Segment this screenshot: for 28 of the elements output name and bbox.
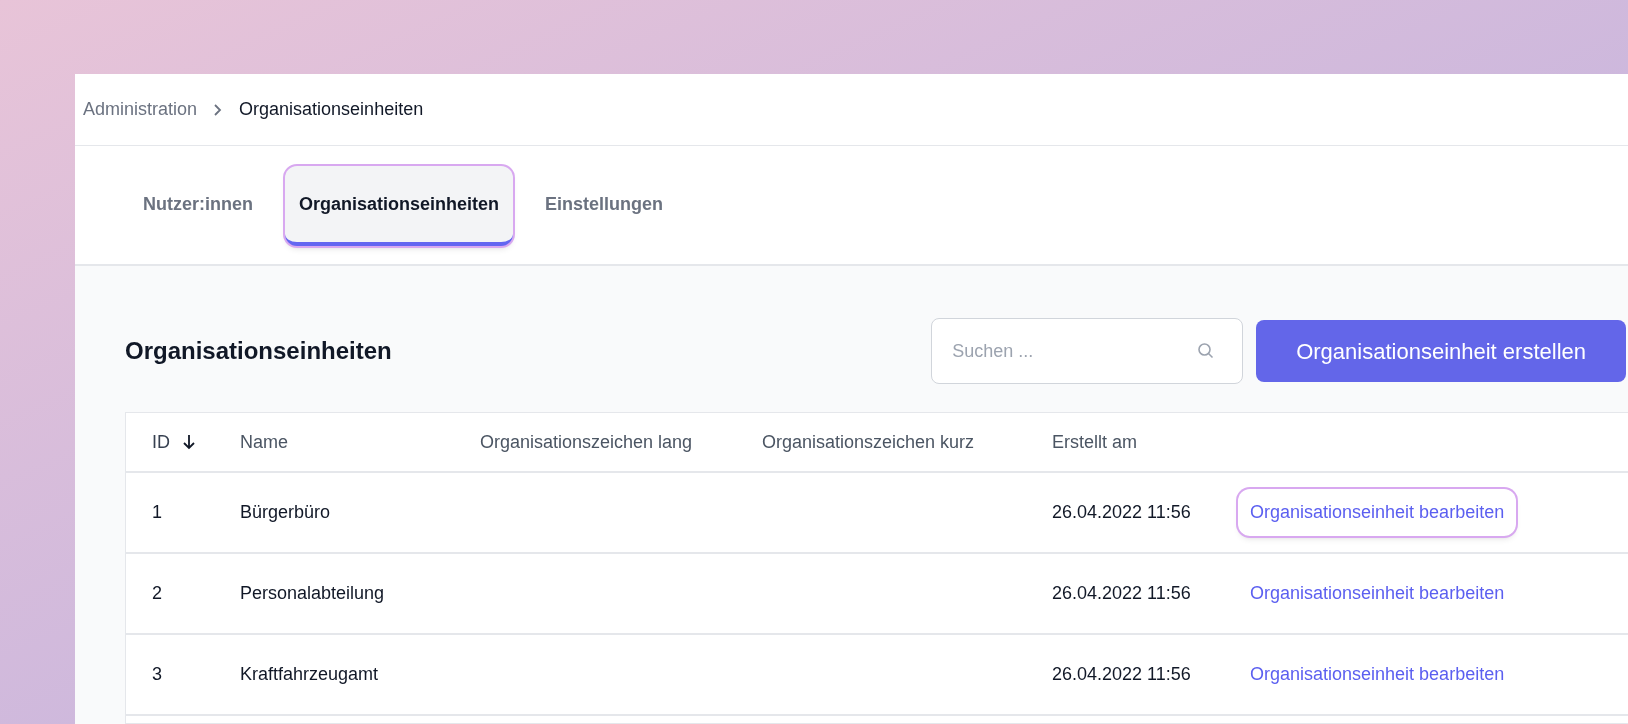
edit-link[interactable]: Organisationseinheit bearbeiten [1238, 570, 1517, 617]
tab[interactable]: Organisationseinheiten [285, 166, 514, 246]
breadcrumb-item: Organisationseinheiten [239, 98, 424, 121]
tab[interactable]: Nutzer:innen [129, 166, 267, 246]
create-button[interactable]: Organisationseinheit erstellen [1256, 320, 1626, 382]
column-header[interactable]: Organisationszeichen kurz [762, 428, 975, 456]
edit-link[interactable]: Organisationseinheit bearbeiten [1238, 489, 1517, 536]
table-cell: 3 [152, 664, 162, 684]
edit-link[interactable]: Organisationseinheit bearbeiten [1238, 651, 1517, 698]
column-header[interactable]: Erstellt am [1052, 428, 1138, 456]
table-cell: 2 [152, 583, 162, 603]
table-cell: Personalabteilung [240, 583, 385, 603]
column-header[interactable]: Organisationszeichen lang [480, 428, 693, 456]
search-field[interactable]: Suchen ... [931, 318, 1244, 384]
chevron-right-icon [213, 102, 224, 117]
tab[interactable]: Einstellungen [531, 166, 678, 246]
column-header[interactable]: Name [240, 428, 288, 456]
breadcrumb-item[interactable]: Administration [83, 96, 198, 123]
table-cell: 26.04.2022 11:56 [1052, 664, 1191, 684]
table-cell: 26.04.2022 11:56 [1052, 583, 1191, 603]
column-header[interactable]: ID [152, 428, 170, 456]
arrow-down-icon[interactable] [182, 434, 196, 450]
table-cell: 1 [152, 502, 162, 522]
table-cell: 26.04.2022 11:56 [1052, 502, 1191, 522]
table-cell: Bürgerbüro [240, 502, 331, 522]
page-heading: Organisationseinheiten [125, 336, 393, 366]
table-cell: Kraftfahrzeugamt [240, 664, 379, 684]
search-icon [1197, 342, 1216, 360]
